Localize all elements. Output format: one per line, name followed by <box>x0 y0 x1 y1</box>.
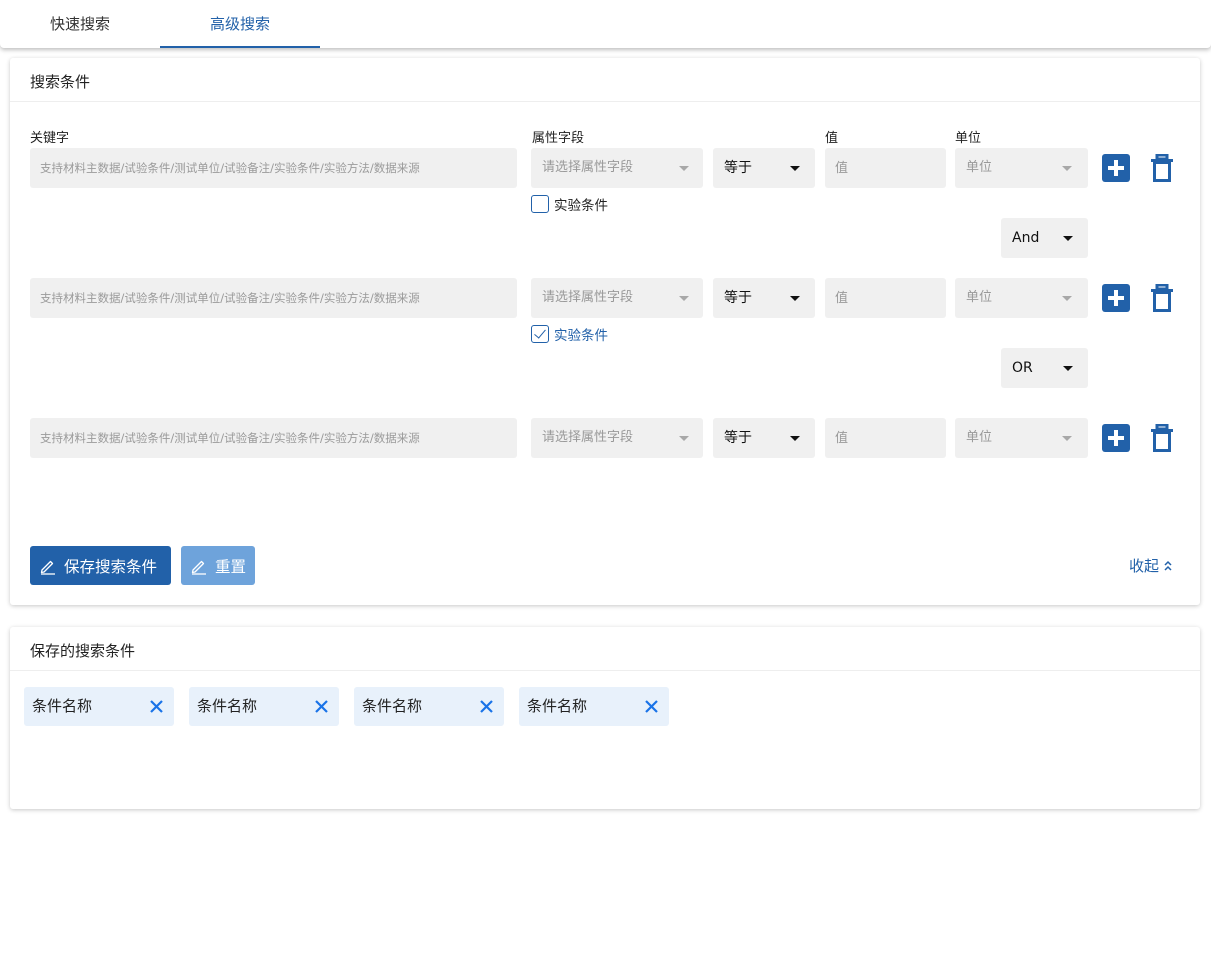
operator-select-row-3[interactable]: 等于 <box>713 418 815 458</box>
close-icon[interactable] <box>314 699 329 714</box>
logic-operator-select-2[interactable]: OR <box>1001 348 1088 388</box>
caret-down-icon <box>679 166 689 171</box>
operator-value: 等于 <box>724 290 752 306</box>
close-icon[interactable] <box>644 699 659 714</box>
operator-select-row-1[interactable]: 等于 <box>713 148 815 188</box>
caret-down-icon <box>1062 166 1072 171</box>
attribute-select-row-3[interactable]: 请选择属性字段 <box>531 418 703 458</box>
collapse-link[interactable]: 收起 <box>1129 555 1173 576</box>
keyword-field[interactable] <box>30 278 517 318</box>
value-field[interactable] <box>825 278 946 318</box>
close-icon[interactable] <box>149 699 164 714</box>
logic-operator-select-1[interactable]: And <box>1001 218 1088 258</box>
unit-select-placeholder: 单位 <box>966 160 993 175</box>
value-field[interactable] <box>825 418 946 458</box>
checkbox[interactable] <box>531 325 549 343</box>
pencil-icon <box>191 560 206 575</box>
caret-down-icon <box>1063 236 1073 241</box>
save-search-button-label: 保存搜索条件 <box>64 557 158 576</box>
delete-row-button[interactable] <box>1148 153 1176 182</box>
saved-condition-chip[interactable]: 条件名称 <box>24 687 174 726</box>
add-row-button[interactable] <box>1102 154 1130 182</box>
value-column-label: 值 <box>825 131 839 146</box>
tab-advanced-search[interactable]: 高级搜索 <box>160 0 320 48</box>
logic-operator-value: And <box>1012 230 1040 246</box>
tab-quick-search[interactable]: 快速搜索 <box>0 0 160 48</box>
unit-select-row-3[interactable]: 单位 <box>955 418 1088 458</box>
saved-condition-chip[interactable]: 条件名称 <box>519 687 669 726</box>
caret-down-icon <box>790 166 800 171</box>
operator-select-row-2[interactable]: 等于 <box>713 278 815 318</box>
caret-down-icon <box>679 436 689 441</box>
keyword-input-row-2[interactable] <box>30 278 517 318</box>
attribute-select-placeholder: 请选择属性字段 <box>542 290 634 305</box>
value-input-row-1[interactable] <box>825 148 946 188</box>
attribute-select-row-2[interactable]: 请选择属性字段 <box>531 278 703 318</box>
caret-down-icon <box>790 436 800 441</box>
operator-value: 等于 <box>724 160 752 176</box>
attribute-column-label: 属性字段 <box>532 131 585 146</box>
keyword-field[interactable] <box>30 418 517 458</box>
add-row-button[interactable] <box>1102 424 1130 452</box>
caret-down-icon <box>1062 436 1072 441</box>
keyword-input-row-1[interactable] <box>30 148 517 188</box>
chip-label: 条件名称 <box>197 697 258 715</box>
save-search-button[interactable]: 保存搜索条件 <box>30 546 171 585</box>
pencil-icon <box>40 560 55 575</box>
unit-select-row-2[interactable]: 单位 <box>955 278 1088 318</box>
checkbox[interactable] <box>531 195 549 213</box>
logic-operator-value: OR <box>1012 360 1033 376</box>
chevron-double-up-icon <box>1164 560 1172 571</box>
value-input-row-2[interactable] <box>825 278 946 318</box>
card-title: 保存的搜索条件 <box>10 627 1200 671</box>
trash-icon <box>1151 153 1173 182</box>
caret-down-icon <box>790 296 800 301</box>
keyword-column-label: 关键字 <box>30 131 70 146</box>
value-input-row-3[interactable] <box>825 418 946 458</box>
card-title: 搜索条件 <box>10 58 1200 102</box>
unit-select-placeholder: 单位 <box>966 290 993 305</box>
attribute-select-placeholder: 请选择属性字段 <box>542 160 634 175</box>
add-row-button[interactable] <box>1102 284 1130 312</box>
caret-down-icon <box>1062 296 1072 301</box>
collapse-label: 收起 <box>1129 557 1160 575</box>
unit-select-placeholder: 单位 <box>966 430 993 445</box>
keyword-input-row-3[interactable] <box>30 418 517 458</box>
caret-down-icon <box>679 296 689 301</box>
saved-condition-chip[interactable]: 条件名称 <box>354 687 504 726</box>
delete-row-button[interactable] <box>1148 423 1176 452</box>
operator-value: 等于 <box>724 430 752 446</box>
trash-icon <box>1151 423 1173 452</box>
keyword-field[interactable] <box>30 148 517 188</box>
close-icon[interactable] <box>479 699 494 714</box>
checkbox-label: 实验条件 <box>554 328 608 344</box>
chip-label: 条件名称 <box>32 697 93 715</box>
value-field[interactable] <box>825 148 946 188</box>
checkbox-label: 实验条件 <box>554 198 608 214</box>
chip-label: 条件名称 <box>362 697 423 715</box>
tab-bar: 快速搜索 高级搜索 <box>0 0 1211 48</box>
experiment-condition-checkbox-row-2[interactable]: 实验条件 <box>531 324 608 344</box>
saved-conditions-card: 保存的搜索条件 条件名称 条件名称 条件名称 条件名称 <box>10 627 1200 809</box>
caret-down-icon <box>1063 366 1073 371</box>
attribute-select-placeholder: 请选择属性字段 <box>542 430 634 445</box>
experiment-condition-checkbox-row-1[interactable]: 实验条件 <box>531 194 608 214</box>
saved-condition-chip[interactable]: 条件名称 <box>189 687 339 726</box>
trash-icon <box>1151 283 1173 312</box>
search-conditions-card: 搜索条件 关键字 属性字段 值 单位 请选择属性字段 等于 单位 实验条件 An… <box>10 58 1200 605</box>
delete-row-button[interactable] <box>1148 283 1176 312</box>
reset-button[interactable]: 重置 <box>181 546 255 585</box>
attribute-select-row-1[interactable]: 请选择属性字段 <box>531 148 703 188</box>
reset-button-label: 重置 <box>215 557 247 576</box>
chip-label: 条件名称 <box>527 697 588 715</box>
unit-select-row-1[interactable]: 单位 <box>955 148 1088 188</box>
unit-column-label: 单位 <box>955 131 982 146</box>
